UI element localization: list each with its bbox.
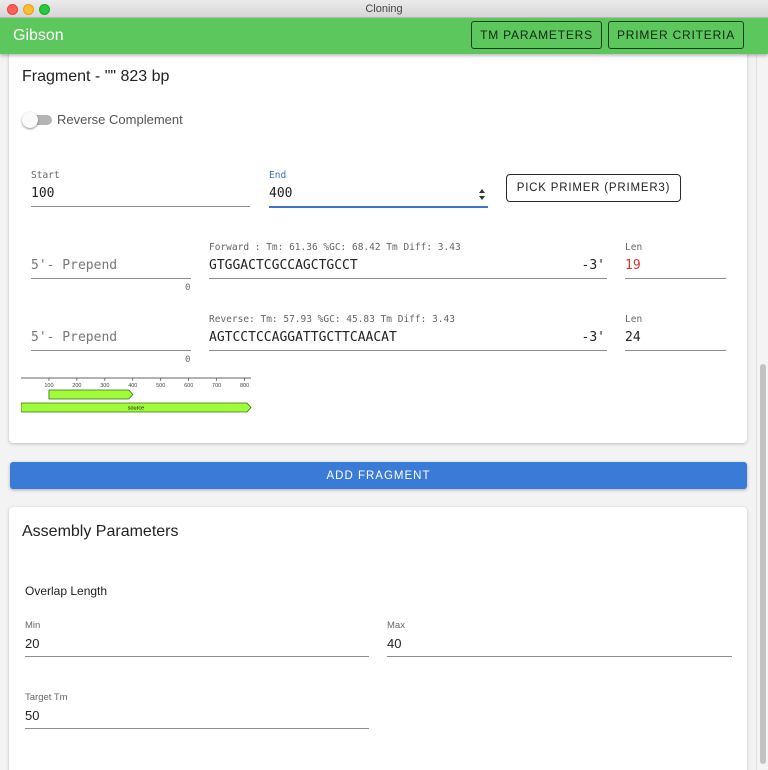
overlap-max-input[interactable]: 40: [387, 636, 401, 651]
start-label: Start: [31, 170, 60, 181]
tm-parameters-button[interactable]: TM PARAMETERS: [471, 21, 602, 49]
forward-len-field: Len 19: [625, 242, 726, 280]
forward-len-underline: [625, 278, 726, 279]
selected-region-arrow[interactable]: [48, 389, 134, 400]
map-tick-label-600: 600: [184, 383, 193, 389]
forward-len-label: Len: [625, 242, 643, 253]
target-tm-field[interactable]: Target Tm 50: [25, 692, 369, 730]
forward-primer-underline: [209, 278, 607, 279]
map-tick-label-800: 800: [240, 383, 249, 389]
reverse-primer-suffix: -3': [581, 330, 605, 345]
forward-primer-input[interactable]: GTGGACTCGCCAGCTGCCT: [209, 258, 358, 273]
end-label: End: [269, 170, 287, 181]
reverse-prepend-count: 0: [185, 355, 191, 365]
target-tm-input[interactable]: 50: [25, 708, 39, 723]
target-tm-underline: [25, 728, 369, 729]
reverse-len-label: Len: [625, 314, 643, 325]
fragment-card: Fragment - "" 823 bp Reverse Complement …: [9, 54, 747, 443]
map-tick-label-500: 500: [156, 383, 165, 389]
app-title: Gibson: [13, 27, 64, 44]
window-titlebar: Cloning: [0, 0, 768, 18]
scrollbar-thumb[interactable]: [760, 364, 766, 764]
reverse-prepend-underline: [31, 350, 191, 351]
overlap-max-field[interactable]: Max 40: [387, 620, 732, 658]
reverse-primer-field[interactable]: Reverse: Tm: 57.93 %GC: 45.83 Tm Diff: 3…: [209, 314, 607, 352]
forward-prepend-count: 0: [185, 283, 191, 293]
overlap-min-field[interactable]: Min 20: [25, 620, 369, 658]
start-input[interactable]: 100: [31, 186, 54, 201]
reverse-primer-input[interactable]: AGTCCTCCAGGATTGCTTCAACAT: [209, 330, 397, 345]
forward-prepend-underline: [31, 278, 191, 279]
window-title: Cloning: [365, 3, 403, 15]
primer-criteria-button[interactable]: PRIMER CRITERIA: [608, 21, 744, 49]
reverse-len-field: Len 24: [625, 314, 726, 352]
fragment-title: Fragment - "" 823 bp: [22, 68, 170, 85]
forward-primer-info: Forward : Tm: 61.36 %GC: 68.42 Tm Diff: …: [209, 242, 461, 253]
end-underline: [269, 206, 488, 208]
app-bar: Gibson TM PARAMETERS PRIMER CRITERIA: [0, 18, 768, 54]
reverse-len-underline: [625, 350, 726, 351]
stepper-down-icon[interactable]: [479, 196, 485, 200]
forward-primer-field[interactable]: Forward : Tm: 61.36 %GC: 68.42 Tm Diff: …: [209, 242, 607, 280]
reverse-primer-info: Reverse: Tm: 57.93 %GC: 45.83 Tm Diff: 3…: [209, 314, 455, 325]
end-field[interactable]: End 400: [269, 170, 488, 208]
forward-prepend-input[interactable]: 5'- Prepend: [31, 258, 117, 273]
overlap-min-label: Min: [25, 620, 41, 631]
add-fragment-button[interactable]: ADD FRAGMENT: [10, 462, 747, 489]
reverse-len-value: 24: [625, 330, 641, 345]
reverse-prepend-field[interactable]: 5'- Prepend: [31, 314, 191, 352]
overlap-min-input[interactable]: 20: [25, 636, 39, 651]
forward-len-value: 19: [625, 258, 641, 273]
start-field[interactable]: Start 100: [31, 170, 250, 208]
overlap-max-underline: [387, 656, 732, 657]
start-underline: [31, 206, 250, 207]
forward-primer-suffix: -3': [581, 258, 605, 273]
source-feature-label: source: [128, 406, 145, 412]
overlap-max-label: Max: [387, 620, 405, 631]
assembly-title: Assembly Parameters: [22, 523, 179, 540]
forward-prepend-field[interactable]: 5'- Prepend: [31, 242, 191, 280]
map-tick-label-400: 400: [128, 383, 137, 389]
assembly-parameters-card: Assembly Parameters Overlap Length Min 2…: [9, 507, 747, 770]
map-ticks: 100 200 300 400 500 600 700 800: [44, 378, 249, 389]
reverse-prepend-input[interactable]: 5'- Prepend: [31, 330, 117, 345]
reverse-primer-underline: [209, 350, 607, 351]
switch-thumb: [22, 112, 38, 128]
overlap-length-title: Overlap Length: [25, 584, 108, 598]
map-tick-label-300: 300: [100, 383, 109, 389]
vertical-scrollbar[interactable]: [756, 54, 768, 770]
end-input[interactable]: 400: [269, 186, 292, 201]
main-content[interactable]: Fragment - "" 823 bp Reverse Complement …: [0, 54, 756, 770]
map-tick-label-700: 700: [212, 383, 221, 389]
overlap-min-underline: [25, 656, 369, 657]
map-tick-label-200: 200: [72, 383, 81, 389]
map-tick-label-100: 100: [44, 383, 53, 389]
end-stepper[interactable]: [478, 188, 486, 202]
target-tm-label: Target Tm: [25, 692, 68, 703]
reverse-complement-label: Reverse Complement: [57, 112, 183, 127]
stepper-up-icon[interactable]: [479, 189, 485, 193]
sequence-map[interactable]: 100 200 300 400 500 600 700 800 source: [21, 374, 253, 424]
reverse-complement-switch[interactable]: [22, 112, 52, 128]
pick-primer-button[interactable]: PICK PRIMER (PRIMER3): [506, 174, 681, 202]
